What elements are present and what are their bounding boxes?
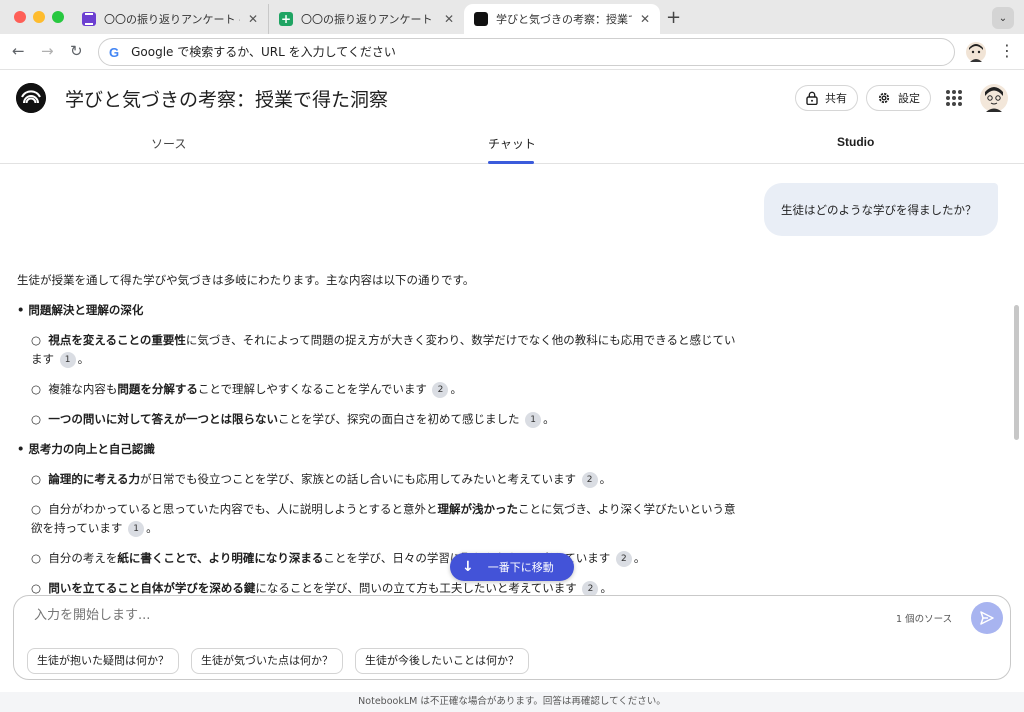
- user-message-text: 生徒はどのような学びを得ましたか？: [781, 202, 977, 217]
- arrow-down-icon: ↓: [462, 559, 474, 575]
- citation-badge[interactable]: 2: [432, 382, 449, 398]
- tab-search-chevron-icon[interactable]: ⌄: [992, 7, 1014, 29]
- list-item: ○ 問いを立てること自体が学びを深める鍵になることを学び、問いの立て方も工夫した…: [31, 581, 612, 595]
- browser-tab-sheets[interactable]: 〇〇の振り返りアンケート（回答 ✕: [268, 4, 464, 34]
- notebooklm-icon: [474, 12, 488, 26]
- tab-chat[interactable]: チャット: [488, 135, 536, 152]
- citation-badge[interactable]: 2: [581, 472, 598, 488]
- source-count: 1 個のソース: [896, 614, 953, 625]
- list-item: ○ 視点を変えることの重要性に気づき、それによって問題の捉え方が大きく変わり、数…: [31, 333, 736, 368]
- suggestion-chip[interactable]: 生徒が気づいた点は何か？: [191, 648, 343, 674]
- tab-studio[interactable]: Studio: [837, 135, 874, 149]
- list-item: ○ 自分の考えを紙に書くことで、より明確になり深まることを学び、日々の学習に取り…: [31, 551, 646, 567]
- response-intro: 生徒が授業を通して得た学びや気づきは多岐にわたります。主な内容は以下の通りです。: [17, 273, 475, 287]
- suggestion-chip[interactable]: 生徒が今後したいことは何か？: [355, 648, 529, 674]
- browser-tab-forms[interactable]: 〇〇の振り返りアンケート - Goo ✕: [72, 4, 268, 34]
- address-bar[interactable]: G: [98, 38, 955, 66]
- apps-grid-icon[interactable]: [946, 90, 962, 106]
- chat-composer: 1 個のソース 生徒が抱いた疑問は何か？ 生徒が気づいた点は何か？ 生徒が今後し…: [13, 595, 1011, 680]
- send-button[interactable]: [971, 602, 1003, 634]
- close-window-button[interactable]: [14, 11, 26, 23]
- share-button[interactable]: 共有: [795, 85, 858, 111]
- tab-title: 〇〇の振り返りアンケート（回答: [301, 13, 436, 26]
- browser-menu-icon[interactable]: ⋮: [999, 41, 1015, 60]
- share-label: 共有: [825, 92, 847, 105]
- citation-badge[interactable]: 1: [525, 412, 542, 428]
- assistant-response: 生徒が授業を通して得た学びや気づきは多岐にわたります。主な内容は以下の通りです。…: [17, 271, 737, 595]
- notebooklm-logo-icon[interactable]: [16, 83, 46, 113]
- forward-arrow-icon[interactable]: →: [41, 42, 54, 60]
- tab-title: 学びと気づきの考察：授業で得た: [496, 13, 632, 26]
- profile-avatar-icon[interactable]: [966, 42, 986, 62]
- back-arrow-icon[interactable]: ←: [12, 42, 25, 60]
- close-tab-icon[interactable]: ✕: [444, 12, 454, 26]
- settings-button[interactable]: 設定: [866, 85, 931, 111]
- list-item: ○ 自分がわかっていると思っていた内容でも、人に説明しようとすると意外と理解が浅…: [31, 502, 736, 537]
- section-heading: • 問題解決と理解の深化: [17, 303, 144, 317]
- google-forms-icon: [82, 12, 96, 26]
- scroll-to-bottom-label: 一番下に移動: [487, 561, 554, 574]
- suggestion-chip[interactable]: 生徒が抱いた疑問は何か？: [27, 648, 179, 674]
- close-tab-icon[interactable]: ✕: [248, 12, 258, 26]
- tab-sources[interactable]: ソース: [151, 135, 186, 152]
- close-tab-icon[interactable]: ✕: [640, 12, 650, 26]
- google-sheets-icon: [279, 12, 293, 26]
- address-input[interactable]: [131, 45, 912, 59]
- gear-icon: [878, 92, 890, 104]
- tab-title: 〇〇の振り返りアンケート - Goo: [104, 13, 240, 26]
- disclaimer-footer: NotebookLM は不正確な場合があります。回答は再確認してください。: [0, 692, 1024, 712]
- chat-input[interactable]: [34, 608, 734, 623]
- app-header: 学びと気づきの考察：授業で得た洞察 共有 設定: [0, 71, 1024, 125]
- chat-scrollbar[interactable]: [1014, 305, 1019, 440]
- active-tab-indicator: [488, 161, 534, 164]
- user-message-bubble: 生徒はどのような学びを得ましたか？: [764, 183, 998, 236]
- citation-badge[interactable]: 1: [59, 352, 76, 368]
- google-icon: G: [109, 44, 120, 60]
- notebook-title[interactable]: 学びと気づきの考察：授業で得た洞察: [65, 85, 388, 112]
- list-item: ○ 論理的に考える力が日常でも役立つことを学び、家族との話し合いにも応用してみた…: [31, 472, 612, 488]
- browser-tab-notebooklm[interactable]: 学びと気づきの考察：授業で得た ✕: [464, 4, 660, 34]
- list-item: ○ 複雑な内容も問題を分解することで理解しやすくなることを学んでいます 2。: [31, 382, 462, 398]
- lock-icon: [806, 91, 818, 105]
- browser-tab-bar: 〇〇の振り返りアンケート - Goo ✕ 〇〇の振り返りアンケート（回答 ✕ 学…: [0, 0, 1024, 34]
- user-avatar[interactable]: [980, 84, 1008, 112]
- reload-icon[interactable]: ↻: [70, 42, 83, 60]
- chat-panel: 生徒はどのような学びを得ましたか？ 生徒が授業を通して得た学びや気づきは多岐にわ…: [0, 165, 1024, 595]
- browser-toolbar: ← → ↻ G ⋮: [0, 34, 1024, 70]
- scroll-to-bottom-button[interactable]: ↓ 一番下に移動: [450, 553, 574, 581]
- list-item: ○ 一つの問いに対して答えが一つとは限らないことを学び、探究の面白さを初めて感じ…: [31, 412, 555, 428]
- minimize-window-button[interactable]: [33, 11, 45, 23]
- citation-badge[interactable]: 2: [582, 581, 599, 595]
- send-icon: [980, 611, 994, 625]
- citation-badge[interactable]: 2: [615, 551, 632, 567]
- new-tab-button[interactable]: +: [666, 7, 681, 28]
- settings-label: 設定: [898, 92, 920, 105]
- zoom-window-button[interactable]: [52, 11, 64, 23]
- citation-badge[interactable]: 1: [128, 521, 145, 537]
- section-heading: • 思考力の向上と自己認識: [17, 442, 155, 456]
- view-tabs: ソース チャット Studio: [0, 125, 1024, 164]
